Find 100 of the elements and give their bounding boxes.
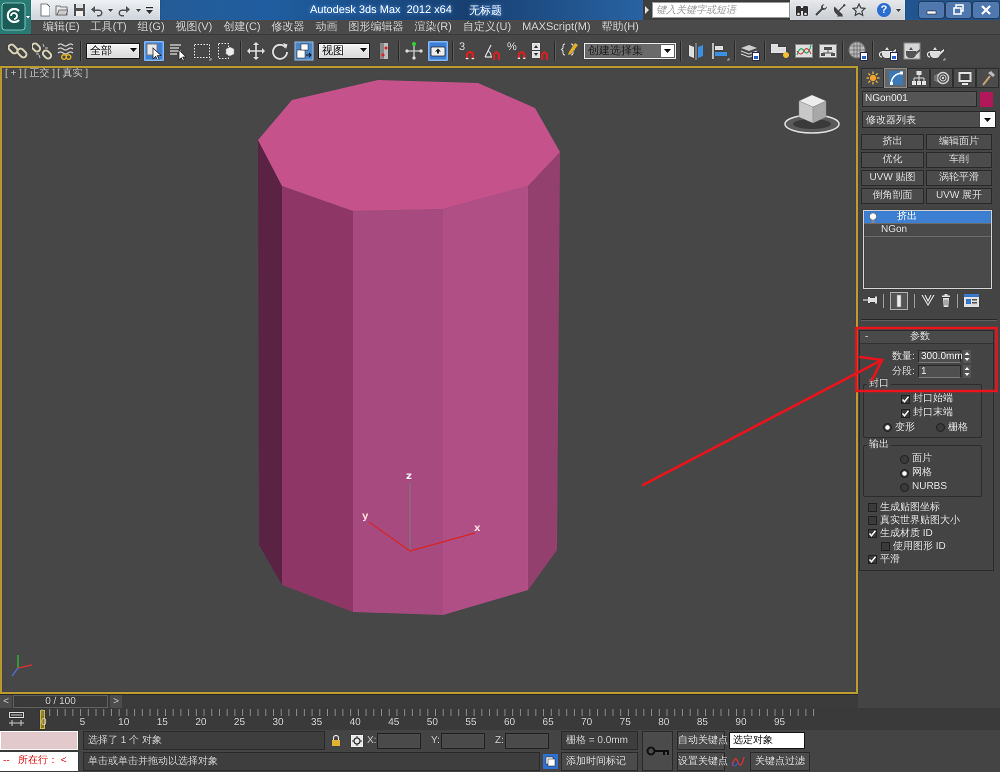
broken-chain-icon[interactable]	[32, 40, 52, 60]
redo-icon[interactable]	[118, 3, 131, 17]
viewport-label[interactable]: [ 真实 ]	[57, 68, 88, 80]
minimize-icon[interactable]	[918, 1, 945, 19]
checkbox[interactable]	[868, 529, 877, 538]
checkbox[interactable]	[868, 555, 877, 564]
toolbar-dropdown[interactable]: 视图	[318, 42, 370, 58]
menu-item[interactable]: 图形编辑器	[348, 20, 404, 34]
color-swatch-icon[interactable]	[980, 92, 993, 106]
binoculars-icon[interactable]	[795, 3, 809, 17]
panel-tab[interactable]	[953, 68, 976, 88]
caret-icon[interactable]	[661, 44, 674, 56]
mini-curve-editor-icon[interactable]	[8, 711, 25, 727]
toolbar-dropdown[interactable]: 全部	[86, 42, 140, 58]
rotate-icon[interactable]	[270, 40, 290, 60]
wave-icon[interactable]	[56, 40, 76, 60]
spinner-arrows-icon[interactable]	[963, 350, 971, 363]
coordinate-field[interactable]	[377, 732, 421, 748]
next-frame-button[interactable]: >	[110, 695, 122, 708]
trash-icon[interactable]	[941, 292, 951, 310]
dashed-crossing-icon[interactable]	[216, 40, 236, 60]
viewport[interactable]: z y x [ + ] [ 正交 ] [ 真实 ]	[0, 66, 858, 694]
modifier-list-dropdown[interactable]: 修改器列表	[862, 111, 996, 128]
snap-toggle-button[interactable]: 3	[458, 40, 478, 60]
object-name-field[interactable]: NGon001	[862, 91, 977, 107]
radio-button[interactable]	[936, 423, 945, 432]
menu-item[interactable]: 工具(T)	[90, 20, 127, 34]
window-list-icon[interactable]	[964, 292, 979, 310]
checkbox[interactable]	[881, 542, 890, 551]
key-filters-button[interactable]: 关键点过滤	[750, 752, 810, 771]
checkbox[interactable]	[868, 503, 877, 512]
wrench-icon[interactable]	[814, 3, 828, 17]
close-icon[interactable]	[972, 1, 1000, 19]
set-key-button[interactable]: 设置关键点	[677, 752, 725, 771]
align-icon[interactable]	[710, 40, 730, 60]
auto-key-button[interactable]: 自动关键点	[677, 731, 725, 750]
scale-boxes-icon[interactable]	[294, 40, 314, 60]
coordinate-field[interactable]	[505, 732, 549, 748]
keyboard-arrow-icon[interactable]	[428, 40, 448, 60]
menu-item[interactable]: 修改器	[272, 20, 305, 34]
menu-item[interactable]: 组(G)	[138, 20, 165, 34]
stack-item[interactable]: 挤出	[864, 211, 991, 224]
stacked-squares-icon[interactable]	[543, 754, 558, 769]
grid-sphere-icon[interactable]	[848, 40, 868, 60]
radio-button[interactable]	[900, 482, 909, 492]
menu-item[interactable]: 自定义(U)	[462, 20, 512, 34]
menu-item[interactable]: 视图(V)	[176, 20, 212, 34]
rollout-header[interactable]: - 参数	[860, 331, 993, 344]
panel-tab[interactable]	[907, 68, 930, 88]
current-frame-marker[interactable]	[40, 710, 45, 729]
menu-item[interactable]: 帮助(H)	[602, 20, 639, 34]
spinner-magnet-icon[interactable]	[530, 40, 550, 60]
radio-button[interactable]	[900, 454, 909, 464]
checkbox[interactable]	[901, 408, 910, 418]
manipulate-nodes-icon[interactable]	[404, 40, 424, 60]
vertical-bar-icon[interactable]	[890, 292, 908, 310]
undo-icon[interactable]	[90, 3, 103, 17]
modifier-button[interactable]: UVW 展开	[926, 188, 992, 204]
key-mode-dropdown[interactable]: 选定对象	[729, 732, 805, 749]
previous-frame-button[interactable]: <	[0, 695, 12, 708]
chain-link-icon[interactable]	[8, 40, 28, 60]
move-arrows-icon[interactable]	[246, 40, 266, 60]
crosshair-icon[interactable]	[351, 734, 363, 746]
expand-arrow-icon[interactable]	[644, 6, 650, 14]
help-button[interactable]: ?	[877, 3, 891, 17]
cursor-box-icon[interactable]	[144, 40, 164, 60]
panel-tab[interactable]	[930, 68, 953, 88]
checkbox[interactable]	[901, 394, 910, 404]
collapse-toggle[interactable]: -	[865, 331, 873, 343]
menu-item[interactable]: 创建(C)	[223, 20, 261, 34]
amount-field[interactable]: 300.0mm	[918, 350, 961, 363]
view-cube-icon[interactable]	[784, 94, 840, 134]
time-slider-thumb[interactable]: 0 / 100	[13, 695, 108, 708]
selection-set-field[interactable]: 创建选择集	[584, 42, 676, 58]
modifier-button[interactable]: 优化	[861, 152, 924, 168]
viewport-label[interactable]: [ + ]	[5, 68, 22, 80]
percent-snap-button[interactable]: %	[506, 40, 526, 60]
segments-field[interactable]: 1	[918, 365, 961, 378]
restore-icon[interactable]	[945, 1, 972, 19]
stack-item[interactable]: NGon	[864, 224, 991, 237]
menu-item[interactable]: MAXScript(M)	[522, 20, 591, 34]
swirl-logo-icon[interactable]	[0, 0, 31, 34]
coordinate-field[interactable]	[441, 732, 485, 748]
new-file-icon[interactable]	[38, 3, 50, 17]
modifier-button[interactable]: 倒角剖面	[861, 188, 924, 204]
menu-item[interactable]: 编辑(E)	[43, 20, 80, 34]
open-folder-icon[interactable]	[55, 3, 68, 17]
star-icon[interactable]	[852, 3, 866, 17]
panel-tab[interactable]	[861, 68, 884, 88]
listener-input-field[interactable]	[0, 731, 78, 750]
viewport-label[interactable]: [ 正交 ]	[24, 68, 56, 80]
menu-item[interactable]: 动画	[316, 20, 338, 34]
menu-item[interactable]: 渲染(R)	[414, 20, 452, 34]
lock-icon[interactable]	[331, 734, 341, 747]
lightbulb-icon[interactable]	[868, 212, 878, 222]
modifier-button[interactable]: 涡轮平滑	[926, 170, 992, 186]
modifier-button[interactable]: UVW 贴图	[861, 170, 924, 186]
radio-button[interactable]	[900, 468, 909, 478]
checkbox[interactable]	[868, 516, 877, 525]
search-field[interactable]: 键入关键字或短语	[652, 2, 790, 18]
